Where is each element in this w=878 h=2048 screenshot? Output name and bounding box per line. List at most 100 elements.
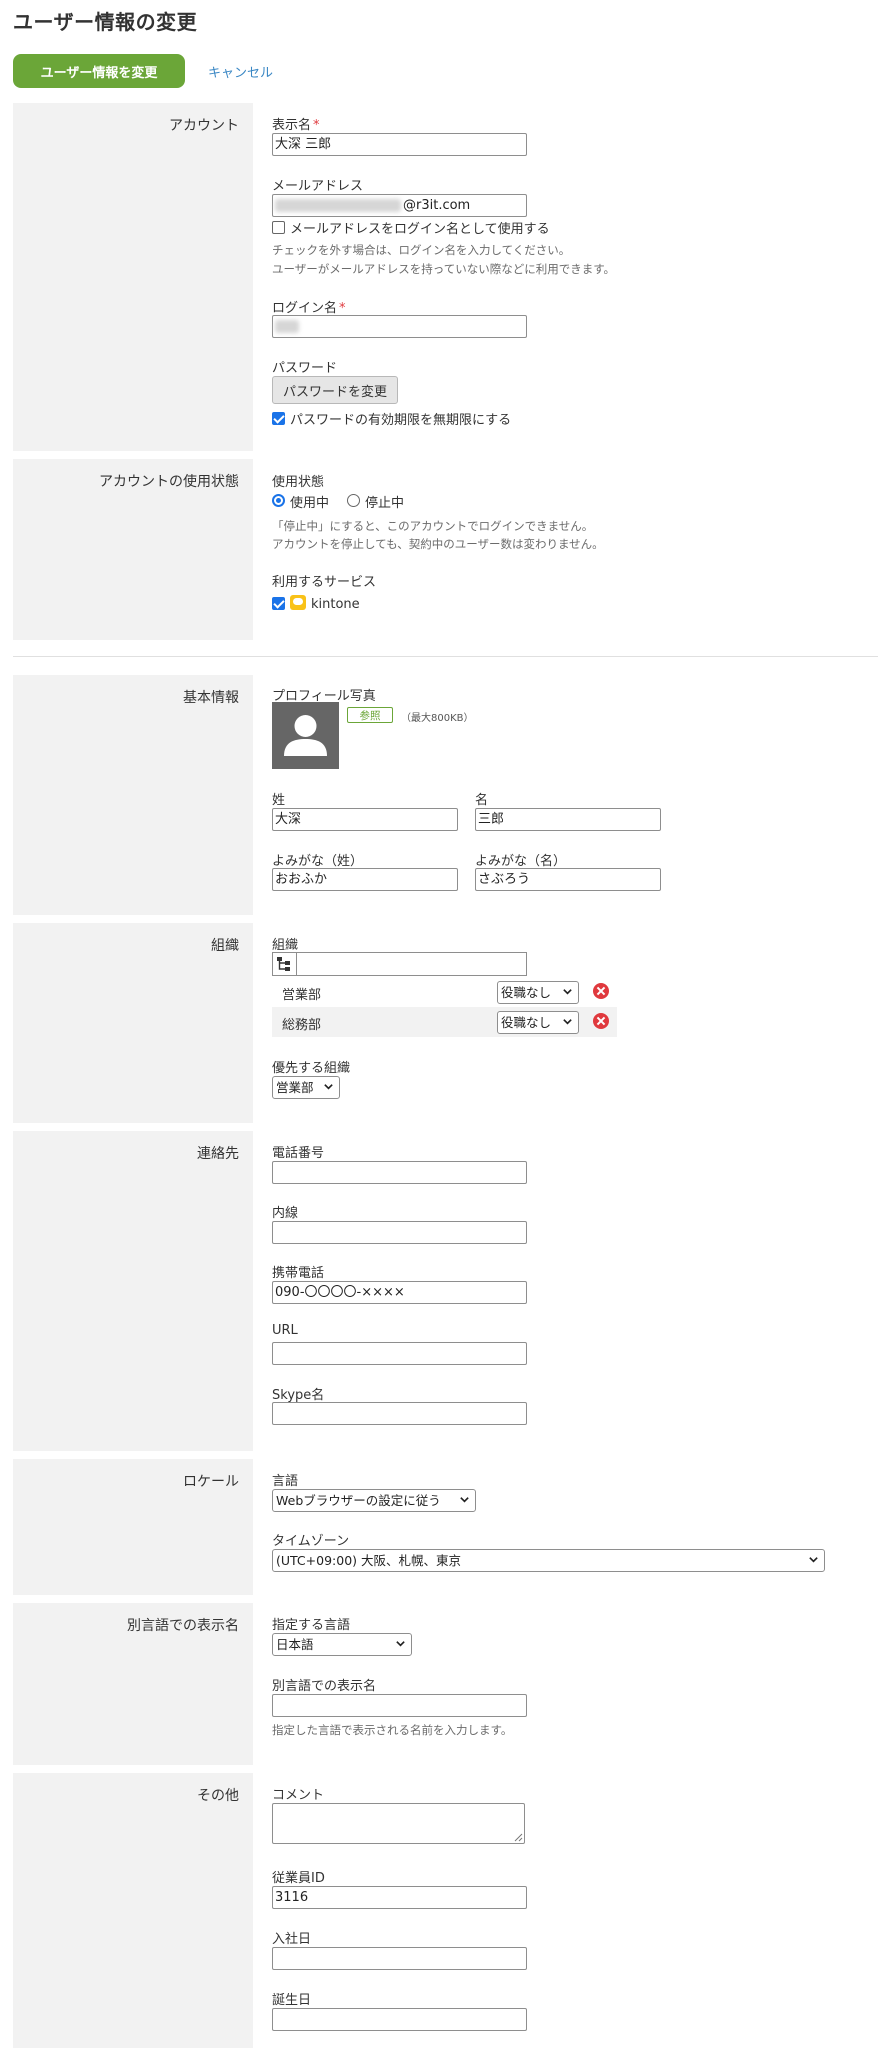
alt-name-help: 指定した言語で表示される名前を入力します。 xyxy=(272,1723,513,1737)
section-alt-language-name: 別言語での表示名 xyxy=(13,1603,253,1765)
last-name-label: 姓 xyxy=(272,793,286,808)
email-input[interactable]: @r3it.com xyxy=(272,194,527,217)
email-domain: @r3it.com xyxy=(403,198,471,213)
display-name-label: 表示名 * xyxy=(272,118,320,133)
phone-input[interactable] xyxy=(272,1161,527,1184)
extension-label: 内線 xyxy=(272,1206,299,1221)
remove-org-icon[interactable] xyxy=(593,983,609,999)
section-label: 連絡先 xyxy=(197,1146,239,1162)
password-no-expiry-checkbox[interactable] xyxy=(272,412,285,425)
url-input[interactable] xyxy=(272,1342,527,1365)
phone-label: 電話番号 xyxy=(272,1146,325,1161)
chevron-down-icon xyxy=(460,1497,469,1503)
join-date-input[interactable] xyxy=(272,1947,527,1970)
email-label: メールアドレス xyxy=(272,179,364,194)
section-contact: 連絡先 xyxy=(13,1131,253,1451)
section-organization: 組織 xyxy=(13,923,253,1123)
section-label: アカウントの使用状態 xyxy=(99,474,239,490)
cancel-link[interactable]: キャンセル xyxy=(208,62,273,81)
section-label: その他 xyxy=(197,1788,239,1804)
employee-id-input[interactable]: 3116 xyxy=(272,1886,527,1909)
redacted-email-prefix xyxy=(275,199,401,212)
chevron-down-icon xyxy=(563,1019,572,1025)
priority-org-label: 優先する組織 xyxy=(272,1061,351,1076)
first-kana-input[interactable]: さぶろう xyxy=(475,868,661,891)
usage-status-label: 使用状態 xyxy=(272,475,325,490)
org-row-name: 営業部 xyxy=(282,988,322,1003)
last-name-input[interactable]: 大深 xyxy=(272,808,458,831)
first-name-label: 名 xyxy=(475,793,489,808)
mobile-input[interactable]: 090-〇〇〇〇-×××× xyxy=(272,1281,527,1304)
section-label: 基本情報 xyxy=(183,690,239,706)
password-label: パスワード xyxy=(272,361,338,376)
login-name-input[interactable] xyxy=(272,315,527,338)
browse-button[interactable]: 参照 xyxy=(347,707,393,723)
chevron-down-icon xyxy=(396,1641,405,1647)
status-active-label: 使用中 xyxy=(290,496,330,511)
status-active-radio[interactable] xyxy=(272,494,285,507)
last-kana-label: よみがな（姓） xyxy=(272,854,364,869)
divider xyxy=(13,656,878,657)
skype-label: Skype名 xyxy=(272,1388,325,1403)
max-size-note: （最大800KB） xyxy=(401,713,474,724)
last-kana-input[interactable]: おおふか xyxy=(272,868,458,891)
kintone-service-label: kintone xyxy=(311,597,360,612)
services-label: 利用するサービス xyxy=(272,575,377,590)
kintone-icon xyxy=(290,595,306,610)
join-date-label: 入社日 xyxy=(272,1932,312,1947)
birthday-input[interactable] xyxy=(272,2008,527,2031)
language-select[interactable]: Webブラウザーの設定に従う xyxy=(272,1489,476,1512)
alt-language-select[interactable]: 日本語 xyxy=(272,1633,412,1656)
comment-label: コメント xyxy=(272,1788,325,1803)
redacted-login-name xyxy=(275,320,299,333)
login-name-label: ログイン名 * xyxy=(272,301,346,316)
submit-button[interactable]: ユーザー情報を変更 xyxy=(13,54,185,88)
email-help-2: ユーザーがメールアドレスを持っていない際などに利用できます。 xyxy=(272,262,616,276)
use-email-as-login-checkbox[interactable] xyxy=(272,221,285,234)
alt-name-input[interactable] xyxy=(272,1694,527,1717)
kintone-service-checkbox[interactable] xyxy=(272,597,285,610)
chevron-down-icon xyxy=(563,989,572,995)
org-tree-icon[interactable] xyxy=(273,953,297,975)
section-label: ロケール xyxy=(183,1474,239,1490)
language-label: 言語 xyxy=(272,1474,299,1489)
status-suspended-radio[interactable] xyxy=(347,494,360,507)
usage-help-2: アカウントを停止しても、契約中のユーザー数は変わりません。 xyxy=(272,537,604,551)
section-label: 別言語での表示名 xyxy=(127,1618,239,1634)
alt-language-label: 指定する言語 xyxy=(272,1618,351,1633)
extension-input[interactable] xyxy=(272,1221,527,1244)
first-kana-label: よみがな（名） xyxy=(475,854,567,869)
remove-org-icon[interactable] xyxy=(593,1013,609,1029)
birthday-label: 誕生日 xyxy=(272,1993,312,2008)
organization-picker[interactable] xyxy=(272,952,527,976)
chevron-down-icon xyxy=(324,1084,333,1090)
usage-help-1: 「停止中」にすると、このアカウントでログインできません。 xyxy=(272,519,594,533)
display-name-input[interactable]: 大深 三郎 xyxy=(272,133,527,156)
section-label: 組織 xyxy=(211,938,239,954)
section-account-usage: アカウントの使用状態 xyxy=(13,459,253,640)
section-basic-info: 基本情報 xyxy=(13,675,253,915)
person-icon xyxy=(284,715,327,756)
org-role-select[interactable]: 役職なし xyxy=(497,1011,579,1034)
section-label: アカウント xyxy=(169,118,239,134)
employee-id-label: 従業員ID xyxy=(272,1871,325,1886)
required-mark: * xyxy=(339,301,346,316)
required-mark: * xyxy=(313,118,320,133)
section-locale: ロケール xyxy=(13,1459,253,1595)
avatar-placeholder xyxy=(272,702,339,769)
comment-textarea[interactable] xyxy=(272,1803,525,1844)
skype-input[interactable] xyxy=(272,1402,527,1425)
section-other: その他 xyxy=(13,1773,253,2048)
first-name-input[interactable]: 三郎 xyxy=(475,808,661,831)
chevron-down-icon xyxy=(809,1557,818,1563)
status-suspended-label: 停止中 xyxy=(365,496,405,511)
timezone-label: タイムゾーン xyxy=(272,1534,350,1549)
password-no-expiry-label: パスワードの有効期限を無期限にする xyxy=(290,413,512,428)
change-password-button[interactable]: パスワードを変更 xyxy=(272,376,398,404)
timezone-select[interactable]: (UTC+09:00) 大阪、札幌、東京 xyxy=(272,1549,825,1572)
use-email-as-login-label: メールアドレスをログイン名として使用する xyxy=(290,222,550,237)
alt-name-label: 別言語での表示名 xyxy=(272,1679,377,1694)
resize-handle-icon[interactable] xyxy=(513,1832,523,1842)
priority-org-select[interactable]: 営業部 xyxy=(272,1076,340,1099)
org-role-select[interactable]: 役職なし xyxy=(497,981,579,1004)
